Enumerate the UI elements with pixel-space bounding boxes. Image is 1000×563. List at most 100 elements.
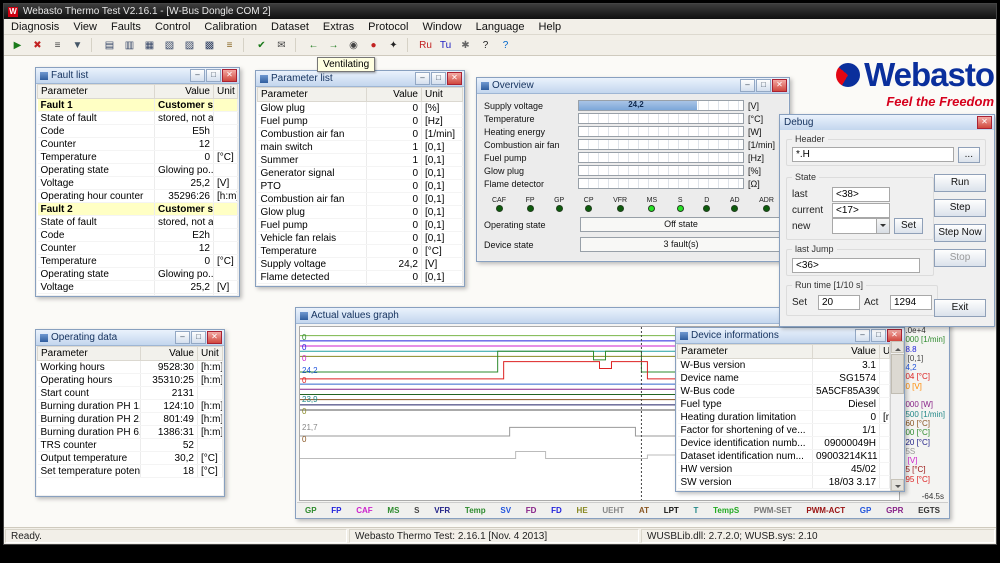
telegram-icon[interactable]: ✉ bbox=[272, 36, 291, 54]
table-row[interactable]: CodeE2h bbox=[38, 229, 238, 242]
protocol-icon[interactable]: ≡ bbox=[220, 36, 239, 54]
stop-icon[interactable]: ● bbox=[364, 36, 383, 54]
browse-button[interactable]: ... bbox=[958, 147, 980, 163]
table-row[interactable]: SW version18/03 3.17 bbox=[678, 476, 890, 489]
table-row[interactable]: Set temperature poten...18[°C] bbox=[38, 465, 223, 478]
table-row[interactable]: Combustion air fan0[0,1] bbox=[258, 193, 463, 206]
device-scan-icon[interactable]: ≡ bbox=[48, 36, 67, 54]
table-row[interactable]: Fuel pump0[0,1] bbox=[258, 219, 463, 232]
gear-icon[interactable]: ✱ bbox=[456, 36, 475, 54]
close-button[interactable]: ✕ bbox=[207, 331, 222, 344]
runtime-set-input[interactable]: 20 bbox=[818, 295, 860, 310]
table-row[interactable]: W-Bus code5A5CF85A3900 bbox=[678, 385, 890, 398]
minimize-button[interactable]: – bbox=[175, 331, 190, 344]
table-row[interactable]: Fuel typeDiesel bbox=[678, 398, 890, 411]
table-row[interactable]: Fault 1Customer s... bbox=[38, 99, 238, 112]
minimize-button[interactable]: – bbox=[740, 79, 755, 92]
table-row[interactable]: Working hours9528:30[h:m] bbox=[38, 361, 223, 374]
table-row[interactable]: Burning duration PH 2...801:49[h:m] bbox=[38, 413, 223, 426]
maximize-button[interactable]: □ bbox=[191, 331, 206, 344]
table-row[interactable]: Fault 2Customer s... bbox=[38, 203, 238, 216]
help-icon[interactable]: ? bbox=[476, 36, 495, 54]
table-row[interactable]: Device nameSG1574 bbox=[678, 372, 890, 385]
minimize-button[interactable]: – bbox=[190, 69, 205, 82]
table-row[interactable]: Burning duration PH 6...1386:31[h:m] bbox=[38, 426, 223, 439]
filter-icon[interactable]: ▼ bbox=[68, 36, 87, 54]
window-parameter-list-icon[interactable]: ▥ bbox=[120, 36, 139, 54]
table-row[interactable]: Flame detected0[0,1] bbox=[258, 271, 463, 284]
table-row[interactable]: Operating stateGlowing po... bbox=[38, 268, 238, 281]
menu-item-control[interactable]: Control bbox=[148, 21, 197, 33]
maximize-button[interactable]: □ bbox=[431, 72, 446, 85]
device-info-scrollbar[interactable] bbox=[890, 341, 904, 491]
window-fault-list-icon[interactable]: ▤ bbox=[100, 36, 119, 54]
close-button[interactable]: ✕ bbox=[977, 116, 992, 129]
window-device-info-icon[interactable]: ▩ bbox=[200, 36, 219, 54]
table-row[interactable]: Summer1[0,1] bbox=[258, 154, 463, 167]
table-row[interactable]: Operating hour counter35278:22[h:m] bbox=[38, 294, 238, 296]
table-row[interactable]: Temperature0[°C] bbox=[38, 255, 238, 268]
table-row[interactable]: main switch1[0,1] bbox=[258, 141, 463, 154]
menu-item-view[interactable]: View bbox=[66, 21, 104, 33]
table-row[interactable]: Combustion air fan0[1/min] bbox=[258, 128, 463, 141]
overview-titlebar[interactable]: Overview – □ ✕ bbox=[477, 78, 789, 94]
table-row[interactable]: Counter12 bbox=[38, 138, 238, 151]
table-row[interactable]: CodeE5h bbox=[38, 125, 238, 138]
menu-item-faults[interactable]: Faults bbox=[104, 21, 148, 33]
new-state-select[interactable] bbox=[832, 218, 890, 234]
step-now-button[interactable]: Step Now bbox=[934, 224, 986, 242]
table-row[interactable]: Burning duration PH 1...124:10[h:m] bbox=[38, 400, 223, 413]
step-button[interactable]: Step bbox=[934, 199, 986, 217]
search-icon[interactable]: ◉ bbox=[344, 36, 363, 54]
close-button[interactable]: ✕ bbox=[222, 69, 237, 82]
menu-item-language[interactable]: Language bbox=[469, 21, 532, 33]
operating-data-titlebar[interactable]: Operating data – □ ✕ bbox=[36, 330, 224, 346]
menu-item-diagnosis[interactable]: Diagnosis bbox=[4, 21, 66, 33]
run-button[interactable]: Run bbox=[934, 174, 986, 192]
debug-titlebar[interactable]: Debug ✕ bbox=[780, 115, 994, 131]
table-row[interactable]: Operating stateGlowing po... bbox=[38, 164, 238, 177]
table-row[interactable]: Glow plug0[%] bbox=[258, 102, 463, 115]
table-row[interactable]: Output temperature30,2[°C] bbox=[38, 452, 223, 465]
menu-item-calibration[interactable]: Calibration bbox=[197, 21, 264, 33]
chevron-down-icon[interactable] bbox=[876, 219, 889, 233]
menu-item-dataset[interactable]: Dataset bbox=[264, 21, 316, 33]
table-row[interactable]: Counter12 bbox=[38, 242, 238, 255]
back-icon[interactable]: ← bbox=[304, 36, 323, 54]
table-row[interactable]: Operating hours35310:25[h:m] bbox=[38, 374, 223, 387]
minimize-button[interactable]: – bbox=[855, 329, 870, 342]
table-row[interactable]: Temperature0[°C] bbox=[38, 151, 238, 164]
table-row[interactable]: Generator signal0[0,1] bbox=[258, 167, 463, 180]
set-button[interactable]: Set bbox=[894, 218, 923, 234]
table-row[interactable]: Start count2131 bbox=[38, 387, 223, 400]
table-row[interactable]: Voltage25,2[V] bbox=[38, 281, 238, 294]
window-overview-icon[interactable]: ▦ bbox=[140, 36, 159, 54]
table-row[interactable]: Operating hour counter35296:26[h:m] bbox=[38, 190, 238, 203]
table-row[interactable]: Vehicle fan relais0[0,1] bbox=[258, 232, 463, 245]
close-button[interactable]: ✕ bbox=[447, 72, 462, 85]
table-row[interactable]: PTO0[0,1] bbox=[258, 180, 463, 193]
maximize-button[interactable]: □ bbox=[206, 69, 221, 82]
title-bar[interactable]: W Webasto Thermo Test V2.16.1 - [W-Bus D… bbox=[4, 4, 996, 19]
table-row[interactable]: Device identification numb...09000049H bbox=[678, 437, 890, 450]
table-row[interactable]: W-Bus version3.1 bbox=[678, 359, 890, 372]
close-button[interactable]: ✕ bbox=[772, 79, 787, 92]
exit-button[interactable]: Exit bbox=[934, 299, 986, 317]
window-operating-data-icon[interactable]: ▧ bbox=[160, 36, 179, 54]
scroll-down-icon[interactable] bbox=[891, 479, 904, 491]
menu-item-extras[interactable]: Extras bbox=[316, 21, 361, 33]
parameter-list-titlebar[interactable]: Parameter list – □ ✕ bbox=[256, 71, 464, 87]
device-info-titlebar[interactable]: Device informations – □ ✕ bbox=[676, 328, 904, 344]
maximize-button[interactable]: □ bbox=[871, 329, 886, 342]
table-row[interactable]: Fuel pump0[Hz] bbox=[258, 115, 463, 128]
table-row[interactable]: Glow plug0[0,1] bbox=[258, 206, 463, 219]
table-row[interactable]: Supply voltage24,2[V] bbox=[258, 258, 463, 271]
table-row[interactable]: Heating duration limitation0[min] bbox=[678, 411, 890, 424]
header-input[interactable]: *.H bbox=[792, 147, 954, 162]
menu-item-window[interactable]: Window bbox=[415, 21, 468, 33]
maximize-button[interactable]: □ bbox=[756, 79, 771, 92]
table-row[interactable]: TRS counter52 bbox=[38, 439, 223, 452]
menu-item-protocol[interactable]: Protocol bbox=[361, 21, 415, 33]
scroll-thumb[interactable] bbox=[891, 354, 904, 394]
scroll-up-icon[interactable] bbox=[891, 341, 904, 353]
